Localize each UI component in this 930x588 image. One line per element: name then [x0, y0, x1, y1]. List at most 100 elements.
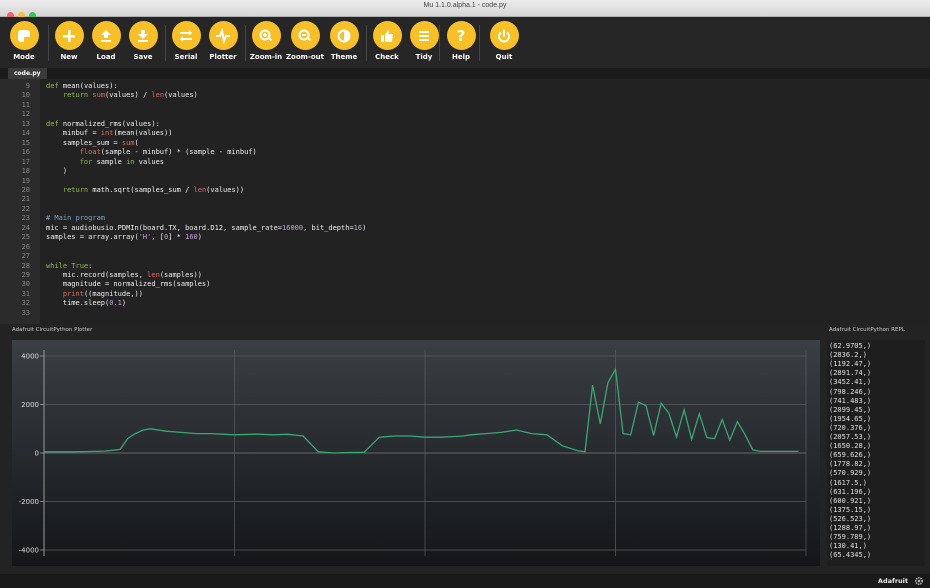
- repl-console[interactable]: (62.9705,) (2836.2,) (1192.47,) (2891.74,)(…: [827, 340, 925, 566]
- code-token: (values): [164, 91, 198, 100]
- code-token: (samples)): [159, 271, 202, 279]
- toolbar-divider: [439, 25, 440, 61]
- line-number: 14: [21, 129, 30, 138]
- tab-bar: code.py: [0, 68, 930, 79]
- code-token: (values)): [206, 185, 245, 194]
- code-text: time.sleep(0.1): [46, 300, 126, 307]
- load-label: Load: [96, 53, 116, 61]
- new-button[interactable]: New: [49, 21, 89, 61]
- line-number: 22: [21, 204, 30, 213]
- code-text: while True:: [46, 261, 92, 270]
- code-token: int: [100, 129, 114, 138]
- thumbs-up-icon: [381, 29, 393, 42]
- y-tick-label: 0: [35, 450, 39, 458]
- check-label: Check: [375, 53, 399, 61]
- title-bar: Mu 1.1.0.alpha.1 - code.py: [0, 0, 930, 19]
- code-token: 0.1: [109, 299, 122, 308]
- plotter-chart: 4000 2000 0 -2000 -4000: [12, 340, 820, 566]
- line-number: 28: [21, 261, 30, 270]
- zoom-out-icon: [298, 29, 312, 41]
- load-button[interactable]: Load: [86, 21, 126, 61]
- repl-output-line: (2099.45,): [829, 405, 872, 414]
- repl-output-line: (1375.15,): [829, 505, 872, 514]
- code-token: sum: [92, 91, 106, 100]
- tab-code-py[interactable]: code.py: [8, 68, 47, 79]
- repl-output-line: (2836.2,): [829, 351, 867, 360]
- serial-label: Serial: [174, 53, 198, 61]
- mode-label: Mode: [13, 53, 35, 61]
- line-number: 29: [21, 271, 30, 279]
- code-token: def: [46, 119, 59, 128]
- line-number: 15: [21, 138, 30, 147]
- repl-output-line: (1778.82,): [829, 460, 872, 469]
- save-label: Save: [133, 53, 153, 61]
- repl-output-line: (2891.74,): [829, 369, 872, 378]
- repl-output-line: (2057.53,): [829, 433, 872, 441]
- tidy-button[interactable]: Tidy: [404, 21, 444, 61]
- repl-output-line: (570.929,): [829, 469, 872, 478]
- zoom-in-icon: [259, 29, 273, 41]
- check-button[interactable]: Check: [367, 21, 407, 61]
- plotter-title: Adafruit CircuitPython Plotter: [12, 327, 93, 333]
- status-bar: Adafruit: [0, 574, 930, 588]
- code-token: mic.record(samples,: [46, 271, 148, 279]
- line-number: 17: [21, 157, 30, 166]
- help-label: Help: [451, 53, 471, 61]
- code-token: 160: [185, 233, 198, 242]
- code-token: mean(values):: [58, 82, 118, 90]
- mode-status-label[interactable]: Adafruit: [878, 577, 908, 585]
- code-token: sample: [92, 157, 127, 166]
- code-token: 16: [353, 223, 363, 232]
- code-token: ): [362, 223, 367, 232]
- line-number: 31: [21, 289, 30, 298]
- line-number: 20: [21, 185, 30, 194]
- repl-output-line: (1650.28,): [829, 442, 872, 451]
- code-text: return math.sqrt(samples_sum / len(value…: [46, 185, 245, 194]
- repl-output-line: (130.41,): [829, 542, 867, 551]
- y-tick-label: -4000: [19, 547, 39, 555]
- quit-label: Quit: [495, 53, 513, 61]
- y-tick-label: -2000: [19, 498, 39, 506]
- serial-button[interactable]: Serial: [166, 21, 206, 61]
- upload-icon: [101, 29, 111, 42]
- line-number: 12: [21, 110, 30, 119]
- code-token: in: [126, 157, 135, 166]
- plus-icon: [63, 29, 75, 42]
- code-token: True: [71, 261, 89, 270]
- code-token: len: [193, 185, 207, 194]
- gear-icon[interactable]: [914, 576, 924, 586]
- code-editor[interactable]: 9 def mean(values): 10 return sum(values) …: [0, 79, 930, 324]
- code-token: (sample - minbuf) * (sample - minbuf): [100, 148, 257, 157]
- zoom-out-label: Zoom-out: [285, 53, 325, 61]
- plotter-button[interactable]: Plotter: [203, 21, 243, 61]
- toolbar: Mode New Load Save Serial Plotter Zoom-i…: [0, 17, 930, 68]
- code-text: magnitude = normalized_rms(samples): [46, 281, 211, 288]
- code-token: ] *: [168, 233, 186, 242]
- repl-output-line: (720.376,): [829, 423, 872, 432]
- zoom-in-label: Zoom-in: [249, 53, 283, 61]
- line-number: 11: [21, 100, 30, 109]
- code-token: time.sleep(: [46, 299, 110, 308]
- save-button[interactable]: Save: [123, 21, 163, 61]
- line-number: 13: [21, 119, 30, 128]
- code-token: , [: [151, 233, 165, 242]
- y-tick-label: 4000: [21, 353, 39, 361]
- code-token: def: [46, 82, 59, 90]
- pulse-icon: [216, 27, 230, 44]
- code-token: float: [79, 148, 101, 157]
- help-button[interactable]: ? Help: [441, 21, 481, 61]
- line-number: 9: [25, 82, 30, 90]
- theme-label: Theme: [330, 53, 358, 61]
- quit-button[interactable]: Quit: [484, 21, 524, 61]
- code-token: samples_sum =: [46, 138, 122, 147]
- mode-button[interactable]: Mode: [4, 21, 44, 61]
- contrast-icon: [337, 29, 351, 42]
- code-token: # Main program: [46, 214, 106, 223]
- zoom-out-button[interactable]: Zoom-out: [285, 21, 325, 61]
- theme-button[interactable]: Theme: [324, 21, 364, 61]
- repl-output-line: (741.483,): [829, 396, 872, 405]
- zoom-in-button[interactable]: Zoom-in: [246, 21, 286, 61]
- line-number: 25: [21, 233, 30, 242]
